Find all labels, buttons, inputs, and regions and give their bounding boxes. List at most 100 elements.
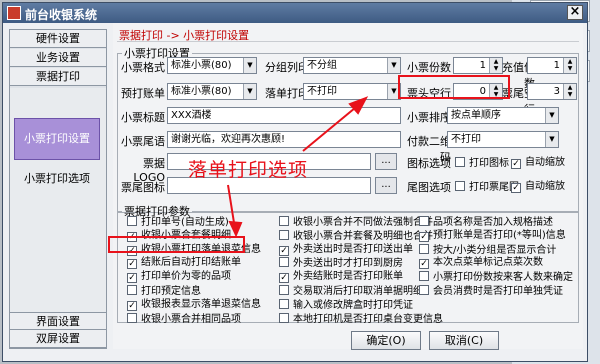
param-checkbox[interactable]: ✓ 预打账单是否打印(*等叫)信息: [419, 230, 566, 242]
checkbox-box: [279, 298, 289, 309]
checkbox-label: 小票打印份数按来客人数来确定: [433, 272, 573, 284]
sidebar-item-ui[interactable]: 界面设置: [10, 312, 106, 330]
param-checkbox[interactable]: ✓ 外卖送出时是否打印送出单: [279, 244, 413, 256]
receipt-tail-input[interactable]: 谢谢光临，欢迎再次惠顾!: [167, 131, 401, 148]
receipt-title-input[interactable]: XXX酒楼: [167, 107, 401, 124]
checkbox-label: 本地打印机是否打印桌台变更信息: [293, 313, 443, 325]
param-checkbox[interactable]: 本地打印机是否打印桌台变更信息: [279, 312, 443, 326]
highlight-receipt-void-option: [108, 236, 245, 253]
checkbox-box: [419, 243, 429, 254]
param-checkbox[interactable]: 收银小票合并相同品项: [127, 312, 241, 326]
checkbox-box: ✓: [419, 231, 429, 242]
checkbox-box: [455, 157, 465, 167]
sidebar-item-hardware[interactable]: 硬件设置: [10, 30, 106, 48]
checkbox-box: [455, 181, 465, 191]
stepper-value: 1: [479, 60, 486, 71]
param-checkbox[interactable]: 会员消费时是否打印单独凭证: [419, 285, 563, 298]
param-checkbox[interactable]: ✓ 本次点菜单标记点菜次数: [419, 257, 543, 270]
select-value: 标准小票(80): [171, 60, 232, 71]
spin-arrows-icon[interactable]: ▲ ▼: [563, 84, 576, 99]
spin-arrows-icon[interactable]: ▲ ▼: [563, 58, 576, 73]
param-checkbox[interactable]: 交易取消后打印取消单据明细: [279, 285, 423, 298]
param-checkbox[interactable]: ✓ 打印单价为零的品项: [127, 271, 231, 284]
param-checkbox[interactable]: 输入或修改牌盒时打印凭证: [279, 298, 413, 312]
highlight-order-print: [398, 75, 510, 99]
checkbox-label: 自动缩放: [525, 157, 565, 168]
sidebar-subitem-receipt-options[interactable]: 小票打印选项: [14, 170, 100, 186]
checkbox-box: ✓: [511, 183, 521, 193]
sidebar-item-business[interactable]: 业务设置: [10, 49, 106, 67]
annotation-text: 落单打印选项: [188, 159, 309, 181]
param-checkbox[interactable]: ✓ 收银报表显示落单退菜信息: [127, 299, 261, 311]
checkbox-box: ✓: [419, 259, 429, 270]
checkbox-label: 外卖送出时才打印到厨房: [293, 258, 403, 270]
checkbox-box: ✓: [127, 273, 137, 284]
param-checkbox[interactable]: ✓ 外卖结账时是否打印账单: [279, 271, 403, 284]
print-icon-checkbox[interactable]: 打印图标: [455, 157, 509, 170]
checkbox-label: 收银小票合并套餐及明细也合并: [293, 230, 433, 242]
split-items-select[interactable]: 不分组 ▼: [303, 57, 401, 74]
param-checkbox[interactable]: 外卖送出时才打印到厨房: [279, 257, 403, 270]
label-receipt-copies: 小票份数: [407, 61, 451, 74]
checkbox-box: [279, 312, 289, 323]
param-checkbox[interactable]: 打印单号(自动生成): [127, 216, 229, 229]
checkbox-box: [279, 257, 289, 268]
receipt-format-select[interactable]: 标准小票(80) ▼: [167, 57, 257, 74]
cancel-button[interactable]: 取消(C): [429, 331, 499, 350]
param-checkbox[interactable]: 收银小票合并不同做法强制合并: [279, 216, 433, 229]
chevron-down-icon: ▼: [243, 84, 256, 99]
sidebar-subitem-receipt-settings[interactable]: 小票打印设置: [14, 118, 100, 160]
ok-button[interactable]: 确定(O): [351, 331, 421, 350]
checkbox-label: 收银小票合并不同做法强制合并: [293, 217, 433, 228]
param-checkbox[interactable]: ✓ 结账后自动打印结账单: [127, 257, 241, 270]
content-area: 票据打印 -> 小票打印设置 小票打印设置 小票格式 标准小票(80) ▼ 分组列…: [113, 23, 583, 350]
checkbox-label: 打印单号(自动生成): [141, 217, 229, 228]
sidebar-item-dual-screen[interactable]: 双屏设置: [10, 330, 106, 348]
select-value: 不分组: [307, 60, 337, 71]
checkbox-label: 会员消费时是否打印单独凭证: [433, 286, 563, 297]
select-value: 标准小票(80): [171, 86, 232, 97]
param-checkbox[interactable]: 品项名称是否加入规格描述: [419, 216, 553, 229]
auto-scale-tail-checkbox[interactable]: ✓ 自动缩放: [511, 181, 565, 193]
checkbox-label: 交易取消后打印取消单据明细: [293, 286, 423, 297]
order-print-select[interactable]: 不打印 ▼: [303, 83, 401, 100]
checkbox-box: [127, 285, 137, 295]
payment-qr-select[interactable]: 不打印 ▼: [447, 131, 559, 148]
param-checkbox[interactable]: 收银小票合并套餐及明细也合并: [279, 229, 433, 243]
pre-print-bill-select[interactable]: 标准小票(80) ▼: [167, 83, 257, 100]
settings-window: 前台收银系统 × 硬件设置 业务设置 票据打印 小票打印设置 小票打印选项 界面…: [2, 2, 588, 362]
label-receipt-tail: 小票尾语: [121, 135, 165, 148]
auto-scale-icon-checkbox[interactable]: ✓ 自动缩放: [511, 157, 565, 169]
select-value: 不打印: [307, 86, 337, 97]
label-pre-print-bill: 预打账单: [121, 87, 165, 100]
chevron-down-icon: ▼: [545, 132, 558, 147]
recharge-copies-stepper[interactable]: 1 ▲ ▼: [527, 57, 577, 74]
browse-logo-button[interactable]: ...: [375, 153, 397, 170]
receipt-sort-select[interactable]: 按点单顺序 ▼: [447, 107, 559, 124]
param-checkbox[interactable]: 小票打印份数按来客人数来确定: [419, 271, 573, 284]
checkbox-box: [419, 285, 429, 295]
print-tail-icon-checkbox[interactable]: 打印票尾图: [455, 181, 519, 194]
chevron-down-icon: ▼: [545, 108, 558, 123]
param-checkbox[interactable]: 按大/小类分组是否显示合计: [419, 243, 557, 257]
app-icon: [7, 6, 21, 20]
select-value: 不打印: [451, 134, 481, 145]
divider: [117, 41, 579, 42]
label-receipt-format: 小票格式: [121, 61, 165, 74]
close-button[interactable]: ×: [567, 5, 583, 20]
checkbox-label: 打印单价为零的品项: [141, 271, 231, 283]
select-value: 按点单顺序: [451, 110, 501, 121]
stepper-value: 1: [553, 60, 560, 71]
sidebar: 硬件设置 业务设置 票据打印 小票打印设置 小票打印选项 界面设置 双屏设置: [9, 29, 107, 349]
sidebar-item-print[interactable]: 票据打印: [10, 68, 106, 86]
checkbox-label: 按大/小类分组是否显示合计: [433, 244, 557, 256]
stepper-value: 3: [553, 86, 560, 97]
param-checkbox[interactable]: 打印预定信息: [127, 285, 201, 298]
checkbox-label: 品项名称是否加入规格描述: [433, 217, 553, 228]
label-tail-icon: 票尾图标: [121, 181, 165, 194]
browse-tail-icon-button[interactable]: ...: [375, 177, 397, 194]
checkbox-box: [279, 229, 289, 240]
checkbox-box: ✓: [279, 245, 289, 256]
footer-lines-stepper[interactable]: 3 ▲ ▼: [527, 83, 577, 100]
chevron-down-icon: ▼: [387, 58, 400, 73]
